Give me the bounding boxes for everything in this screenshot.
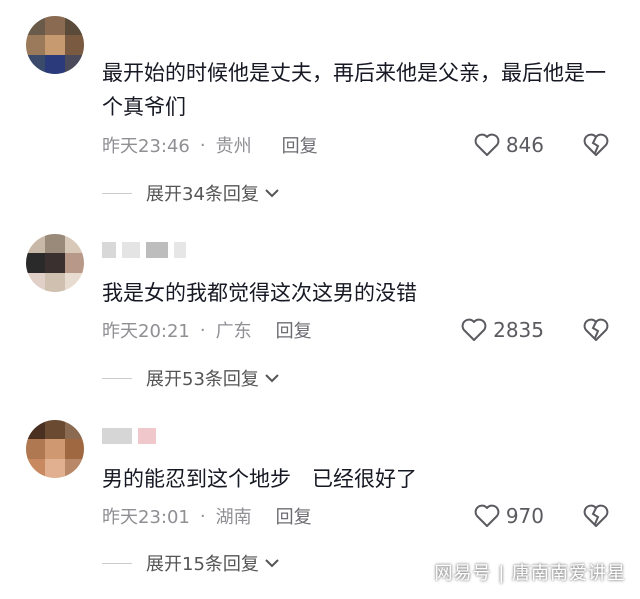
reply-button[interactable]: 回复 — [276, 503, 312, 529]
comment-location: 广东 — [215, 321, 252, 342]
comment-text: 我是女的我都觉得这次这男的没错 — [102, 281, 417, 305]
expand-replies-button[interactable]: 展开53条回复 — [102, 365, 281, 391]
comment-location: 贵州 — [215, 136, 252, 157]
like-count: 2835 — [493, 318, 544, 342]
chevron-down-icon — [265, 189, 279, 198]
separator-dot: · — [199, 319, 206, 341]
separator-dot: · — [199, 505, 206, 527]
chevron-down-icon — [265, 559, 279, 568]
broken-heart-icon[interactable] — [582, 316, 610, 344]
like-button[interactable]: 846 — [474, 131, 544, 159]
comment-time: 昨天23:46 — [102, 136, 190, 157]
heart-icon — [474, 504, 500, 527]
avatar[interactable] — [26, 16, 84, 74]
expand-replies-label: 展开53条回复 — [146, 369, 259, 390]
divider-line — [102, 192, 132, 194]
expand-replies-label: 展开34条回复 — [146, 184, 259, 205]
like-count: 846 — [505, 133, 544, 157]
watermark: 网易号 | 唐南南爱讲星 — [434, 563, 626, 584]
avatar[interactable] — [26, 234, 84, 292]
separator-dot: · — [199, 134, 206, 156]
like-button[interactable]: 2835 — [461, 316, 544, 344]
comment-text: 男的能忍到这个地步 已经很好了 — [102, 467, 417, 491]
comment-time: 昨天20:21 — [102, 321, 190, 342]
expand-replies-label: 展开15条回复 — [146, 554, 259, 575]
expand-replies-button[interactable]: 展开15条回复 — [102, 550, 281, 576]
broken-heart-icon[interactable] — [582, 131, 610, 159]
like-button[interactable]: 970 — [474, 502, 544, 530]
expand-replies-button[interactable]: 展开34条回复 — [102, 180, 281, 206]
comment-text: 最开始的时候他是丈夫，再后来他是父亲，最后他是一个真爷们 — [102, 61, 606, 119]
reply-button[interactable]: 回复 — [276, 317, 312, 343]
username-blurred — [102, 240, 186, 260]
avatar[interactable] — [26, 420, 84, 478]
heart-icon — [461, 318, 487, 341]
divider-line — [102, 562, 132, 564]
comment-time: 昨天23:01 — [102, 507, 190, 528]
comment-location: 湖南 — [215, 507, 252, 528]
username-blurred — [102, 426, 156, 446]
reply-button[interactable]: 回复 — [282, 132, 318, 158]
like-count: 970 — [505, 504, 544, 528]
divider-line — [102, 377, 132, 379]
heart-icon — [474, 133, 500, 156]
broken-heart-icon[interactable] — [582, 502, 610, 530]
chevron-down-icon — [265, 374, 279, 383]
